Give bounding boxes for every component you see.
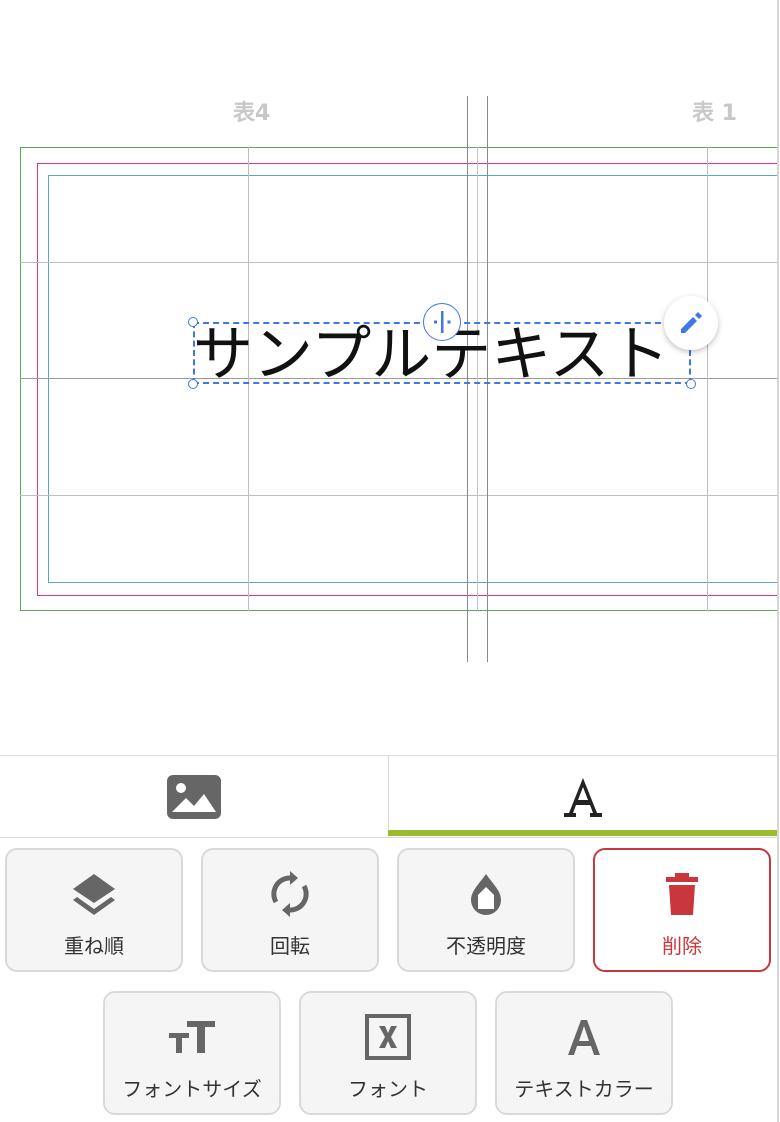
opacity-drop-icon [471,874,501,915]
text-color-button[interactable]: テキストカラー [495,991,673,1115]
center-align-icon [433,310,450,333]
rotate-label: 回転 [270,934,310,958]
trim-guide-bottom [37,595,777,596]
rotate-icon [271,871,309,917]
layer-order-label: 重ね順 [64,934,124,958]
font-size-label: フォントサイズ [122,1077,262,1101]
delete-button[interactable]: 削除 [593,848,771,972]
font-size-icon [169,1021,215,1053]
delete-label: 削除 [662,934,702,958]
edit-mode-tabs [0,755,777,838]
resize-handle-bottom-left[interactable] [188,379,198,389]
text-color-icon [568,1020,600,1055]
safe-guide-left [48,175,49,583]
text-color-label: テキストカラー [514,1077,654,1101]
right-edge-border [777,0,779,1122]
grid-line [20,495,777,496]
page-label-back-cover: 表4 [233,101,271,126]
opacity-button[interactable]: 不透明度 [397,848,575,972]
rotate-button[interactable]: 回転 [201,848,379,972]
font-size-button[interactable]: フォントサイズ [103,991,281,1115]
pencil-icon [681,312,702,333]
bleed-guide-top [20,147,777,148]
text-a-icon [564,778,602,817]
layer-order-button[interactable]: 重ね順 [5,848,183,972]
trash-icon [666,873,698,915]
page-label-front-cover: 表 1 [692,101,737,126]
safe-guide-bottom [48,582,777,583]
active-tab-indicator [388,830,777,836]
bleed-guide-left [20,147,21,611]
font-label: フォント [348,1077,428,1101]
bleed-guide-bottom [20,610,777,611]
layers-icon [73,874,115,915]
grid-line [20,262,777,263]
text-tab[interactable] [388,756,777,838]
safe-guide-top [48,175,777,176]
opacity-label: 不透明度 [446,934,526,958]
font-button[interactable]: フォント [299,991,477,1115]
center-align-handle[interactable] [423,303,461,341]
trim-guide-top [37,163,777,164]
image-tab[interactable] [0,756,388,838]
resize-handle-bottom-right[interactable] [686,379,696,389]
resize-handle-top-left[interactable] [188,317,198,327]
font-icon [365,1014,411,1060]
trim-guide-left [37,163,38,596]
edit-text-button[interactable] [664,296,718,350]
image-icon [167,775,221,819]
